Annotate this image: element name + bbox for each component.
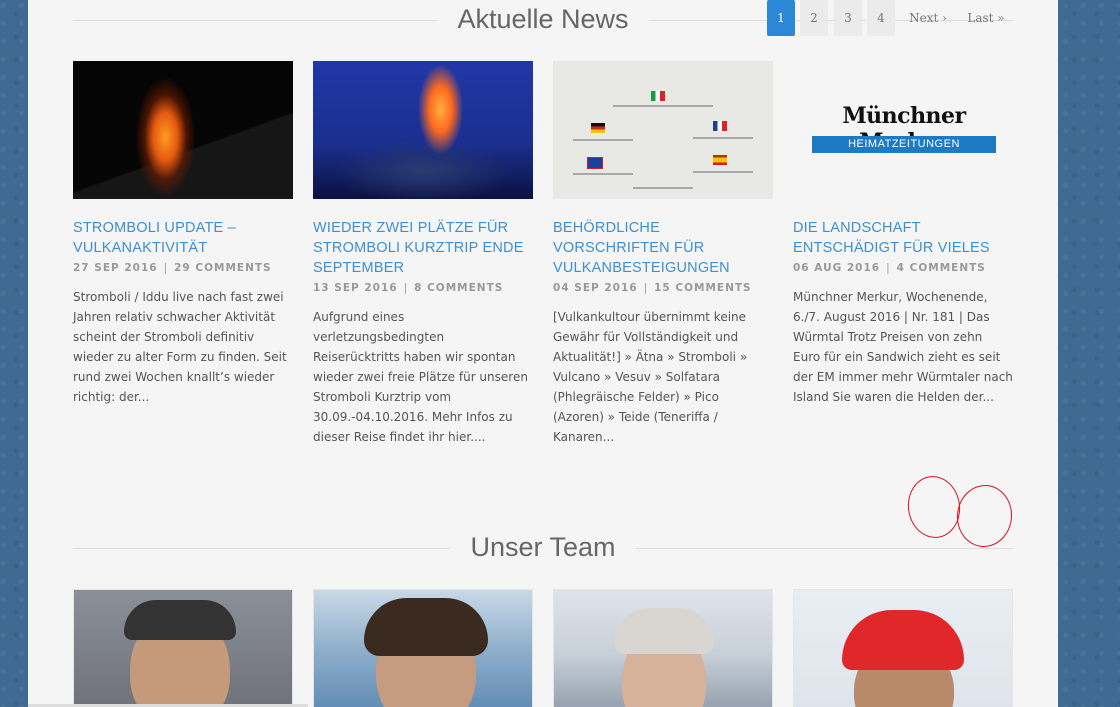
post-thumbnail[interactable] bbox=[73, 61, 293, 199]
poster-text bbox=[693, 171, 753, 173]
team-section-header: Unser Team bbox=[73, 532, 1013, 563]
last-page-button[interactable]: Last » bbox=[964, 0, 1008, 36]
hair-shape bbox=[364, 598, 488, 656]
post-title-link[interactable]: DIE LANDSCHAFT ENTSCHÄDIGT FÜR VIELES bbox=[793, 218, 1013, 258]
team-member-photo[interactable] bbox=[793, 589, 1013, 707]
post-excerpt: Münchner Merkur, Wochenende, 6./7. Augus… bbox=[793, 290, 1013, 404]
spain-flag-icon bbox=[713, 155, 727, 165]
divider bbox=[628, 547, 1013, 549]
team-member-photo[interactable] bbox=[73, 589, 293, 707]
post-title-link[interactable]: BEHÖRDLICHE VORSCHRIFTEN FÜR VULKANBESTE… bbox=[553, 218, 773, 278]
news-card: Münchner Merkur HEIMATZEITUNGEN DIE LAND… bbox=[793, 61, 1013, 407]
section-title: Aktuelle News bbox=[437, 4, 649, 34]
post-date: 27 SEP 2016 bbox=[73, 262, 158, 274]
post-meta: 04 SEP 2016 | 15 COMMENTS bbox=[553, 282, 752, 294]
next-page-button[interactable]: Next › bbox=[907, 0, 949, 36]
germany-flag-icon bbox=[591, 123, 605, 133]
poster-text bbox=[613, 105, 713, 107]
page-1-button[interactable]: 1 bbox=[767, 0, 795, 36]
poster-text bbox=[633, 187, 693, 189]
post-meta: 27 SEP 2016 | 29 COMMENTS bbox=[73, 262, 272, 274]
post-title-link[interactable]: STROMBOLI UPDATE – VULKANAKTIVITÄT bbox=[73, 218, 293, 258]
italy-flag-icon bbox=[651, 91, 665, 101]
headband-shape bbox=[124, 600, 236, 640]
uk-flag-icon bbox=[587, 157, 603, 169]
section-title: Unser Team bbox=[450, 532, 636, 562]
page-2-button[interactable]: 2 bbox=[800, 0, 828, 36]
post-date: 06 AUG 2016 bbox=[793, 262, 881, 274]
team-member-photo[interactable] bbox=[553, 589, 773, 707]
divider bbox=[73, 19, 445, 21]
post-excerpt: [Vulkankultour übernimmt keine Gewähr fü… bbox=[553, 310, 748, 444]
poster-text bbox=[693, 137, 753, 139]
post-thumbnail[interactable] bbox=[553, 61, 773, 199]
newspaper-logo-band: HEIMATZEITUNGEN bbox=[812, 136, 996, 153]
post-meta: 13 SEP 2016 | 8 COMMENTS bbox=[313, 282, 504, 294]
post-title-link[interactable]: WIEDER ZWEI PLÄTZE FÜR STROMBOLI KURZTRI… bbox=[313, 218, 533, 278]
post-comments-link[interactable]: 15 COMMENTS bbox=[654, 282, 751, 294]
post-date: 13 SEP 2016 bbox=[313, 282, 398, 294]
news-card: WIEDER ZWEI PLÄTZE FÜR STROMBOLI KURZTRI… bbox=[313, 61, 533, 447]
page-4-button[interactable]: 4 bbox=[867, 0, 895, 36]
page-content: Aktuelle News STROMBOLI UPDATE – VULKANA… bbox=[28, 0, 1058, 707]
post-comments-link[interactable]: 29 COMMENTS bbox=[174, 262, 271, 274]
hair-shape bbox=[614, 608, 714, 654]
poster-text bbox=[573, 173, 633, 175]
post-thumbnail[interactable] bbox=[313, 61, 533, 199]
divider bbox=[73, 547, 458, 549]
post-excerpt: Aufgrund eines verletzungsbedingten Reis… bbox=[313, 310, 528, 444]
news-card: BEHÖRDLICHE VORSCHRIFTEN FÜR VULKANBESTE… bbox=[553, 61, 773, 447]
france-flag-icon bbox=[713, 121, 727, 131]
post-excerpt: Stromboli / Iddu live nach fast zwei Jah… bbox=[73, 290, 287, 404]
post-meta: 06 AUG 2016 | 4 COMMENTS bbox=[793, 262, 986, 274]
page-3-button[interactable]: 3 bbox=[834, 0, 862, 36]
news-card: STROMBOLI UPDATE – VULKANAKTIVITÄT 27 SE… bbox=[73, 61, 293, 407]
post-date: 04 SEP 2016 bbox=[553, 282, 638, 294]
post-comments-link[interactable]: 4 COMMENTS bbox=[897, 262, 986, 274]
poster-text bbox=[573, 139, 633, 141]
post-comments-link[interactable]: 8 COMMENTS bbox=[414, 282, 503, 294]
team-member-photo[interactable] bbox=[313, 589, 533, 707]
post-thumbnail[interactable]: Münchner Merkur HEIMATZEITUNGEN bbox=[793, 61, 1013, 199]
